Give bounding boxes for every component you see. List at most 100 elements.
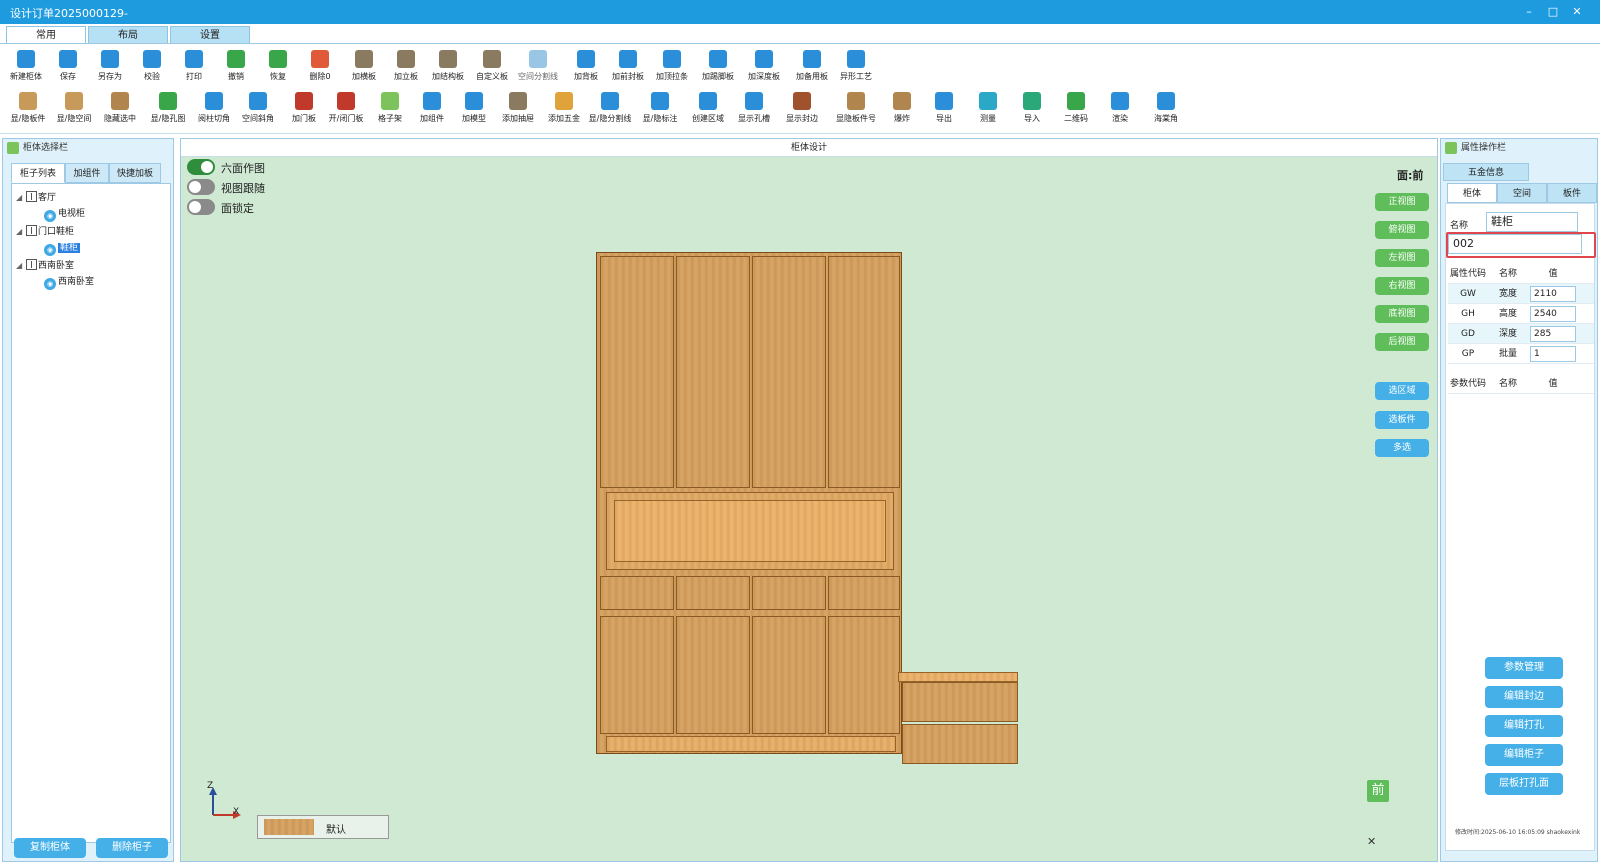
- side-cabinet-top[interactable]: [898, 672, 1018, 682]
- add-struct-board-tool[interactable]: 加结构板: [425, 46, 471, 86]
- space-split-tool[interactable]: 空间分割线: [515, 46, 561, 86]
- left-view-button[interactable]: 左视图: [1375, 249, 1429, 267]
- add-spare-board-tool[interactable]: 加备用板: [789, 46, 835, 86]
- tab-settings[interactable]: 设置: [170, 26, 250, 44]
- export-tool[interactable]: 导出: [921, 88, 967, 128]
- drawer-1[interactable]: [600, 576, 674, 610]
- add-depth-board-tool[interactable]: 加深度板: [741, 46, 787, 86]
- add-kick-board-tool[interactable]: 加踢脚板: [695, 46, 741, 86]
- material-selector[interactable]: 默认: [257, 815, 389, 839]
- tree-group-entrance-shoe-cabinet[interactable]: ◢ 门口鞋柜: [16, 224, 74, 240]
- tab-quick-add-board[interactable]: 快捷加板: [109, 163, 161, 183]
- lower-door-2[interactable]: [676, 616, 750, 734]
- save-as-tool[interactable]: 另存为: [87, 46, 133, 86]
- undo-tool[interactable]: 撤销: [213, 46, 259, 86]
- toggle-board-number-tool[interactable]: 显隐板件号: [833, 88, 879, 128]
- add-front-board-tool[interactable]: 加前封板: [605, 46, 651, 86]
- width-value-input[interactable]: 2110: [1530, 286, 1576, 302]
- edit-cabinet-button[interactable]: 编辑柜子: [1485, 744, 1563, 766]
- side-drawer-2[interactable]: [902, 724, 1018, 764]
- delete-tool[interactable]: 删除0: [297, 46, 343, 86]
- begonia-corner-tool[interactable]: 海棠角: [1143, 88, 1189, 128]
- edit-hole-button[interactable]: 编辑打孔: [1485, 715, 1563, 737]
- shape-process-tool[interactable]: 异形工艺: [833, 46, 879, 86]
- copy-cabinet-button[interactable]: 复制柜体: [14, 838, 86, 858]
- lower-door-4[interactable]: [828, 616, 900, 734]
- tab-hardware-info[interactable]: 五金信息: [1443, 163, 1529, 181]
- show-edge-tool[interactable]: 显示封边: [779, 88, 825, 128]
- qrcode-tool[interactable]: 二维码: [1053, 88, 1099, 128]
- front-face-badge[interactable]: 前: [1367, 780, 1389, 802]
- add-h-board-tool[interactable]: 加横板: [341, 46, 387, 86]
- select-area-button[interactable]: 选区域: [1375, 382, 1429, 400]
- check-tool[interactable]: 校验: [129, 46, 175, 86]
- add-v-board-tool[interactable]: 加立板: [383, 46, 429, 86]
- minimize-button[interactable]: –: [1518, 3, 1540, 21]
- add-hardware-tool[interactable]: 添加五金: [541, 88, 587, 128]
- upper-door-1[interactable]: [600, 256, 674, 488]
- tab-common[interactable]: 常用: [6, 26, 86, 44]
- tab-cabinet[interactable]: 柜体: [1447, 183, 1497, 203]
- bottom-view-button[interactable]: 底视图: [1375, 305, 1429, 323]
- show-slot-tool[interactable]: 显示孔槽: [731, 88, 777, 128]
- add-top-bar-tool[interactable]: 加顶拉条: [649, 46, 695, 86]
- lower-door-1[interactable]: [600, 616, 674, 734]
- tree-item-southwest-bedroom[interactable]: ◉ 西南卧室: [44, 274, 94, 290]
- drawer-3[interactable]: [752, 576, 826, 610]
- batch-value-input[interactable]: 1: [1530, 346, 1576, 362]
- tree-group-living-room[interactable]: ◢ 客厅: [16, 190, 56, 206]
- add-door-tool[interactable]: 加门板: [281, 88, 327, 128]
- lower-door-3[interactable]: [752, 616, 826, 734]
- cabinet-name-input[interactable]: 鞋柜: [1486, 212, 1578, 232]
- import-tool[interactable]: 导入: [1009, 88, 1055, 128]
- upper-door-4[interactable]: [828, 256, 900, 488]
- collapse-arrow-icon[interactable]: ◢: [16, 258, 26, 274]
- space-bevel-tool[interactable]: 空间斜角: [235, 88, 281, 128]
- toggle-board-tool[interactable]: 显/隐板件: [5, 88, 51, 128]
- tab-add-component[interactable]: 加组件: [65, 163, 109, 183]
- param-manage-button[interactable]: 参数管理: [1485, 657, 1563, 679]
- drawer-2[interactable]: [676, 576, 750, 610]
- hide-selected-tool[interactable]: 隐藏选中: [97, 88, 143, 128]
- depth-value-input[interactable]: 285: [1530, 326, 1576, 342]
- new-cabinet-tool[interactable]: 新建柜体: [3, 46, 49, 86]
- add-drawer-tool[interactable]: 添加抽屉: [495, 88, 541, 128]
- pillar-cut-tool[interactable]: 阅柱切角: [191, 88, 237, 128]
- add-model-tool[interactable]: 加模型: [451, 88, 497, 128]
- tab-cabinet-list[interactable]: 柜子列表: [11, 163, 65, 183]
- toggle-switch[interactable]: [187, 199, 215, 215]
- toggle-annotation-tool[interactable]: 显/隐标注: [637, 88, 683, 128]
- close-icon[interactable]: ✕: [1367, 835, 1376, 848]
- side-drawer-1[interactable]: [902, 682, 1018, 722]
- shelf-hole-face-button[interactable]: 层板打孔面: [1485, 773, 1563, 795]
- back-view-button[interactable]: 后视图: [1375, 333, 1429, 351]
- top-view-button[interactable]: 俯视图: [1375, 221, 1429, 239]
- upper-door-2[interactable]: [676, 256, 750, 488]
- create-area-tool[interactable]: 创建区域: [685, 88, 731, 128]
- toggle-hole-tool[interactable]: 显/隐孔图: [145, 88, 191, 128]
- save-tool[interactable]: 保存: [45, 46, 91, 86]
- height-value-input[interactable]: 2540: [1530, 306, 1576, 322]
- custom-board-tool[interactable]: 自定义板: [469, 46, 515, 86]
- render-tool[interactable]: 渲染: [1097, 88, 1143, 128]
- upper-door-3[interactable]: [752, 256, 826, 488]
- tree-item-tv-cabinet[interactable]: ◉ 电视柜: [44, 206, 85, 222]
- explode-tool[interactable]: 爆炸: [879, 88, 925, 128]
- print-tool[interactable]: 打印: [171, 46, 217, 86]
- kick-board[interactable]: [606, 736, 896, 752]
- add-component-tool[interactable]: 加组件: [409, 88, 455, 128]
- delete-cabinet-button[interactable]: 删除柜子: [96, 838, 168, 858]
- toggle-switch[interactable]: [187, 159, 215, 175]
- collapse-arrow-icon[interactable]: ◢: [16, 224, 26, 240]
- open-shelf-back[interactable]: [614, 500, 886, 562]
- tree-item-shoe-cabinet[interactable]: ◉ 鞋柜: [44, 240, 81, 256]
- select-board-button[interactable]: 选板件: [1375, 411, 1429, 429]
- measure-tool[interactable]: 测量: [965, 88, 1011, 128]
- tab-space[interactable]: 空间: [1497, 183, 1547, 203]
- add-back-board-tool[interactable]: 加背板: [563, 46, 609, 86]
- edit-edge-button[interactable]: 编辑封边: [1485, 686, 1563, 708]
- open-close-door-tool[interactable]: 开/闭门板: [323, 88, 369, 128]
- redo-tool[interactable]: 恢复: [255, 46, 301, 86]
- tree-group-southwest-bedroom[interactable]: ◢ 西南卧室: [16, 258, 74, 274]
- tab-board[interactable]: 板件: [1547, 183, 1597, 203]
